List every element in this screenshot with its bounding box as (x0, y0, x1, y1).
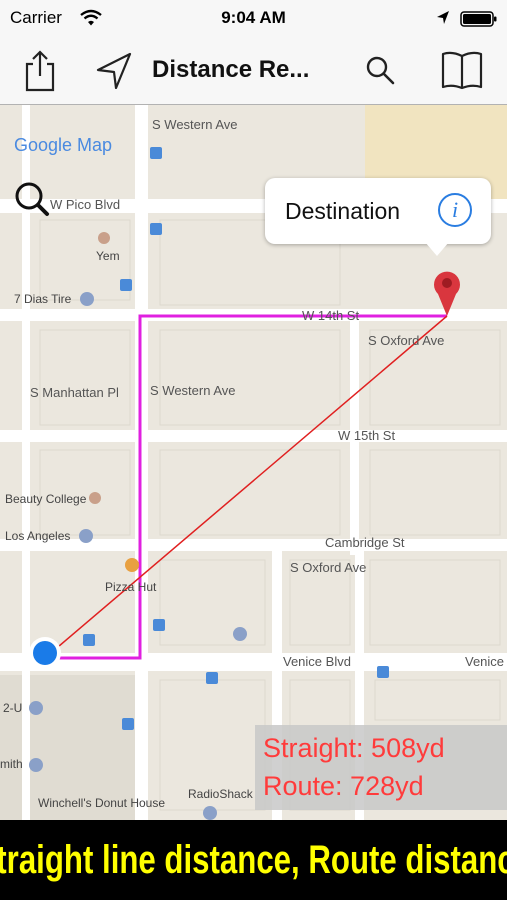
share-button[interactable] (16, 46, 64, 94)
street-oxford-2: S Oxford Ave (290, 560, 367, 575)
place-beauty: Beauty College (5, 492, 87, 506)
current-location-button[interactable] (90, 46, 138, 94)
street-w15: W 15th St (338, 428, 396, 443)
place-losangeles: Los Angeles (5, 529, 71, 543)
street-venice-2: Venice (465, 654, 505, 669)
caption-text: Straight line distance, Route distance (0, 837, 507, 882)
place-winchell: Winchell's Donut House (38, 796, 166, 810)
street-western-2: S Western Ave (150, 383, 236, 398)
caption-banner: Straight line distance, Route distance (0, 820, 507, 900)
page-title: Distance Re... (152, 56, 310, 83)
info-icon[interactable]: i (438, 193, 472, 227)
street-pico: W Pico Blvd (50, 197, 121, 212)
street-cambridge: Cambridge St (325, 535, 405, 550)
book-icon (441, 51, 483, 90)
share-icon (25, 50, 55, 92)
status-bar: Carrier 9:04 AM (0, 0, 507, 38)
place-2u: 2-U (3, 701, 23, 715)
location-services-icon (437, 11, 449, 24)
street-manhattan: S Manhattan Pl (30, 385, 119, 400)
street-venice: Venice Blvd (283, 654, 351, 669)
map-view[interactable]: Google Map W Pico Blvd S Western Ave S W… (0, 105, 507, 820)
bookmarks-button[interactable] (438, 46, 486, 94)
street-oxford-1: S Oxford Ave (368, 333, 445, 348)
search-icon (366, 56, 395, 85)
place-yem: Yem (96, 249, 120, 263)
place-pizza: Pizza Hut (105, 580, 157, 594)
google-map-label: Google Map (14, 135, 113, 155)
distance-panel: Straight: 508yd Route: 728yd (255, 725, 507, 810)
place-dias: 7 Dias Tire (14, 292, 72, 306)
destination-callout[interactable]: Destination i (265, 178, 491, 256)
battery-icon (460, 11, 497, 27)
place-smith: mith (0, 757, 23, 771)
search-button[interactable] (356, 46, 404, 94)
navigation-bar: Distance Re... (0, 38, 507, 105)
straight-distance: Straight: 508yd (263, 733, 445, 763)
place-radioshack: RadioShack (188, 787, 253, 801)
clock: 9:04 AM (221, 8, 286, 27)
street-w14: W 14th St (302, 308, 360, 323)
street-western-1: S Western Ave (152, 117, 238, 132)
route-distance: Route: 728yd (263, 771, 424, 801)
callout-title: Destination (285, 198, 401, 224)
location-arrow-icon (96, 52, 132, 89)
